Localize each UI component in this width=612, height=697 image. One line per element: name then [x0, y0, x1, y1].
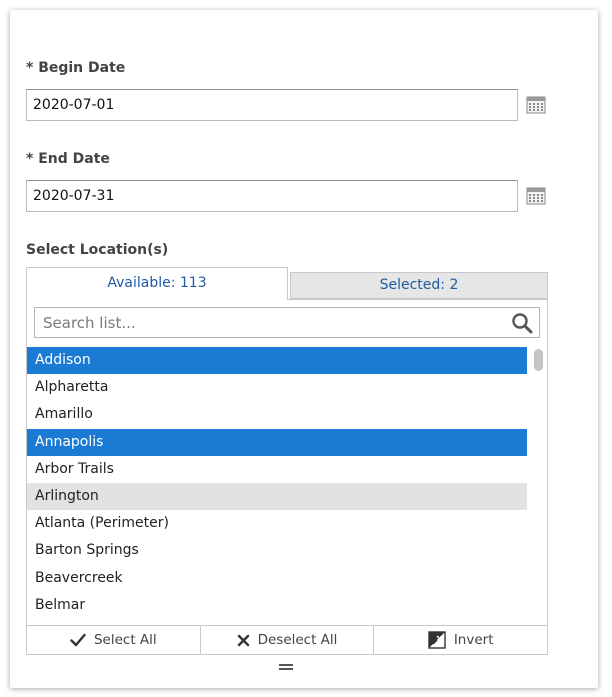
search-icon[interactable]: [511, 312, 533, 334]
begin-date-input[interactable]: 2020-07-01: [26, 89, 518, 121]
deselect-all-button[interactable]: Deselect All: [201, 626, 375, 654]
invert-button[interactable]: Invert: [374, 626, 547, 654]
search-box: [34, 307, 540, 338]
list-item[interactable]: Arbor Trails: [27, 456, 527, 483]
deselect-all-label: Deselect All: [257, 632, 338, 648]
location-list-box: Addison Alpharetta Amarillo Annapolis Ar…: [26, 299, 548, 655]
location-tabs: Available: 113 Selected: 2: [26, 267, 548, 300]
begin-date-label: * Begin Date: [26, 60, 126, 76]
list-actions: Select All Deselect All Invert: [27, 625, 547, 654]
calendar-icon[interactable]: [526, 95, 546, 115]
list-item[interactable]: Amarillo: [27, 401, 527, 428]
invert-label: Invert: [453, 632, 494, 648]
list-item[interactable]: Addison: [27, 347, 527, 375]
invert-icon: [428, 631, 446, 649]
checkmark-icon: [70, 633, 86, 647]
tab-available[interactable]: Available: 113: [26, 267, 288, 300]
location-filter-panel: * Begin Date 2020-07-01 * End Date 2020-…: [10, 10, 598, 688]
list-item[interactable]: Alpharetta: [27, 374, 527, 401]
list-item[interactable]: Belmar: [27, 592, 527, 619]
end-date-input[interactable]: 2020-07-31: [26, 180, 518, 212]
scrollbar-thumb[interactable]: [534, 349, 543, 371]
list-scrollbar[interactable]: [531, 347, 545, 625]
resize-handle[interactable]: [279, 664, 293, 670]
list-item[interactable]: Beavercreek: [27, 565, 527, 592]
list-item[interactable]: Annapolis: [27, 428, 527, 456]
list-item[interactable]: Barton Springs: [27, 537, 527, 564]
close-icon: [237, 634, 249, 646]
search-input[interactable]: [35, 308, 505, 337]
location-label: Select Location(s): [26, 242, 169, 258]
select-all-label: Select All: [93, 632, 157, 648]
end-date-label: * End Date: [26, 151, 110, 167]
list-item[interactable]: Arlington: [27, 482, 527, 511]
calendar-icon[interactable]: [526, 186, 546, 206]
location-list: Addison Alpharetta Amarillo Annapolis Ar…: [27, 347, 547, 625]
tab-selected[interactable]: Selected: 2: [290, 272, 548, 299]
select-all-button[interactable]: Select All: [27, 626, 201, 654]
list-item[interactable]: Atlanta (Perimeter): [27, 510, 527, 537]
